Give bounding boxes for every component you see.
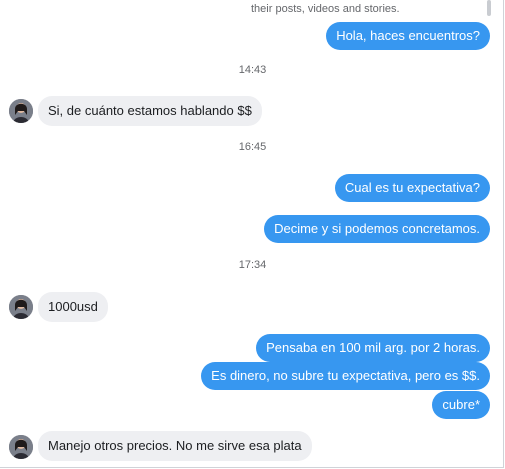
contact-avatar-icon[interactable] — [9, 295, 33, 319]
outgoing-message[interactable]: Cual es tu expectativa? — [334, 174, 490, 202]
outgoing-message[interactable]: Hola, haces encuentros? — [326, 22, 490, 50]
outgoing-message[interactable]: Es dinero, no subre tu expectativa, pero… — [201, 362, 490, 390]
timestamp: 14:43 — [238, 64, 267, 76]
outgoing-message[interactable]: Decime y si podemos concretamos. — [264, 215, 490, 243]
incoming-message[interactable]: 1000usd — [38, 292, 108, 322]
scrollbar[interactable] — [487, 0, 491, 16]
outgoing-message[interactable]: Pensaba en 100 mil arg. por 2 horas. — [256, 334, 490, 362]
outgoing-message[interactable]: cubre* — [432, 391, 490, 419]
chat-thread: their posts, videos and stories. Hola, h… — [0, 0, 504, 468]
profile-notice-text: their posts, videos and stories. — [251, 3, 400, 15]
contact-avatar-icon[interactable] — [9, 435, 33, 459]
incoming-message[interactable]: Si, de cuánto estamos hablando $$ — [38, 96, 262, 126]
timestamp: 17:34 — [238, 259, 267, 271]
timestamp: 16:45 — [238, 141, 267, 153]
contact-avatar-icon[interactable] — [9, 99, 33, 123]
incoming-message[interactable]: Manejo otros precios. No me sirve esa pl… — [38, 431, 312, 461]
